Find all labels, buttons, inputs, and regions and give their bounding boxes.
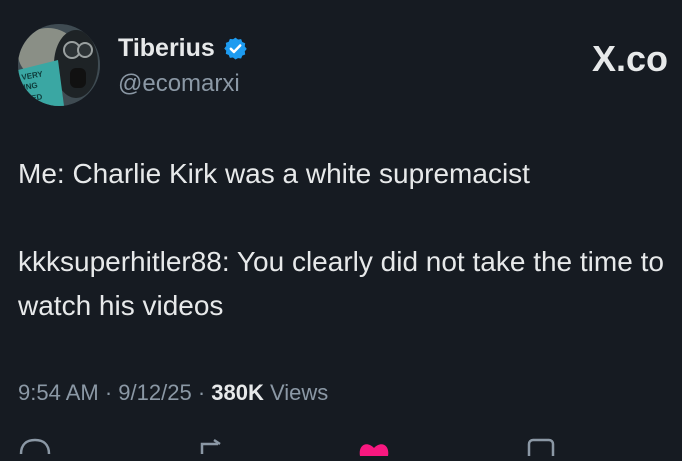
avatar[interactable]: VERY ING KED bbox=[18, 24, 100, 106]
x-logo: X.co bbox=[592, 38, 669, 79]
avatar-text-3: KED bbox=[25, 92, 43, 104]
views-count: 380K bbox=[211, 380, 264, 405]
action-bar bbox=[0, 436, 682, 461]
views-label: Views bbox=[270, 380, 329, 405]
tweet-date[interactable]: 9/12/25 bbox=[118, 380, 191, 405]
reply-icon[interactable] bbox=[18, 436, 52, 461]
verified-badge-icon bbox=[224, 37, 247, 60]
meta-separator: · bbox=[104, 380, 113, 405]
meta-separator: · bbox=[197, 380, 206, 405]
retweet-icon[interactable] bbox=[196, 436, 226, 461]
bookmark-icon[interactable] bbox=[526, 436, 556, 461]
tweet-line-1: Me: Charlie Kirk was a white supremacist bbox=[18, 158, 530, 189]
author-name[interactable]: Tiberius bbox=[118, 34, 215, 63]
author-name-row[interactable]: Tiberius bbox=[118, 34, 248, 63]
tweet-time[interactable]: 9:54 AM bbox=[18, 380, 99, 405]
tweet-meta: 9:54 AM · 9/12/25 · 380K Views bbox=[18, 380, 328, 406]
avatar-image: VERY ING KED bbox=[18, 24, 100, 106]
heart-icon[interactable] bbox=[356, 436, 392, 461]
tweet-line-2: kkksuperhitler88: You clearly did not ta… bbox=[18, 246, 664, 321]
tweet-text: Me: Charlie Kirk was a white supremacist… bbox=[18, 152, 673, 328]
author-handle[interactable]: @ecomarxi bbox=[118, 70, 240, 98]
